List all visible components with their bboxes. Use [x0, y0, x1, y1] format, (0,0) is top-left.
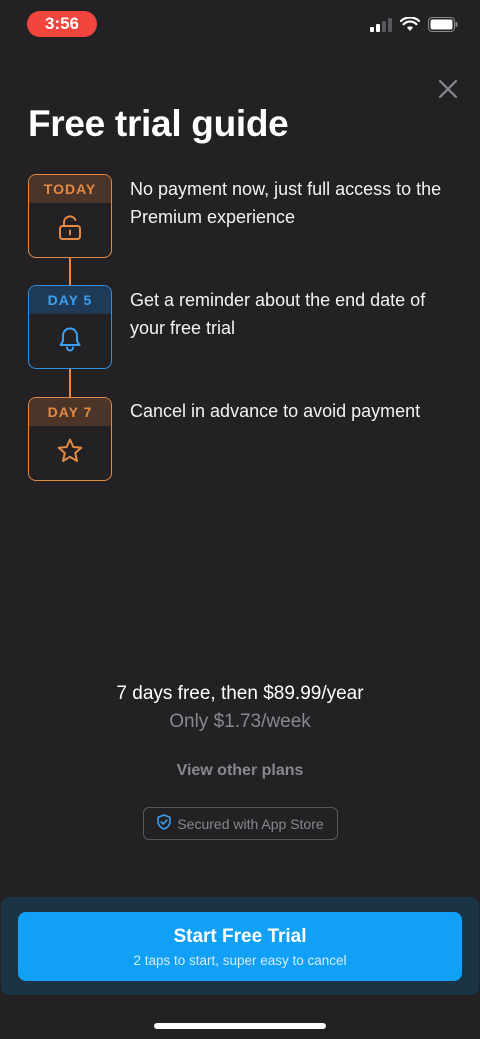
step-label: TODAY [29, 175, 111, 203]
timeline-connector [69, 257, 71, 285]
step-label: DAY 7 [29, 398, 111, 426]
wifi-icon [399, 16, 421, 37]
status-bar: 3:56 [0, 0, 480, 50]
close-icon[interactable] [438, 79, 458, 99]
home-indicator[interactable] [154, 1023, 326, 1029]
start-free-trial-button[interactable]: Start Free Trial 2 taps to start, super … [18, 912, 462, 981]
price-weekly: Only $1.73/week [169, 711, 311, 732]
step-description: Cancel in advance to avoid payment [130, 401, 421, 421]
step-description: No payment now, just full access to the … [130, 179, 442, 227]
step-label: DAY 5 [29, 286, 111, 314]
status-icons [370, 16, 458, 37]
step-description: Get a reminder about the end date of you… [130, 290, 426, 338]
step-day-7: DAY 7 [28, 397, 112, 481]
shield-check-icon [157, 814, 172, 833]
unlock-icon [58, 214, 82, 246]
close-button[interactable] [434, 75, 462, 103]
battery-icon [428, 17, 458, 37]
cellular-signal-icon [370, 17, 392, 37]
star-icon [56, 437, 84, 470]
step-day-5: DAY 5 [28, 285, 112, 369]
secured-label: Secured with App Store [177, 815, 324, 832]
page-title: Free trial guide [28, 103, 289, 144]
price-summary: 7 days free, then $89.99/year [116, 683, 364, 704]
cta-title: Start Free Trial [173, 925, 307, 947]
cta-subtitle: 2 taps to start, super easy to cancel [133, 952, 347, 968]
view-other-plans-link[interactable]: View other plans [0, 762, 480, 780]
status-time: 3:56 [27, 11, 97, 37]
step-today: TODAY [28, 174, 112, 258]
bell-icon [58, 326, 82, 357]
secured-badge: Secured with App Store [143, 807, 338, 840]
timeline-connector [69, 369, 71, 397]
